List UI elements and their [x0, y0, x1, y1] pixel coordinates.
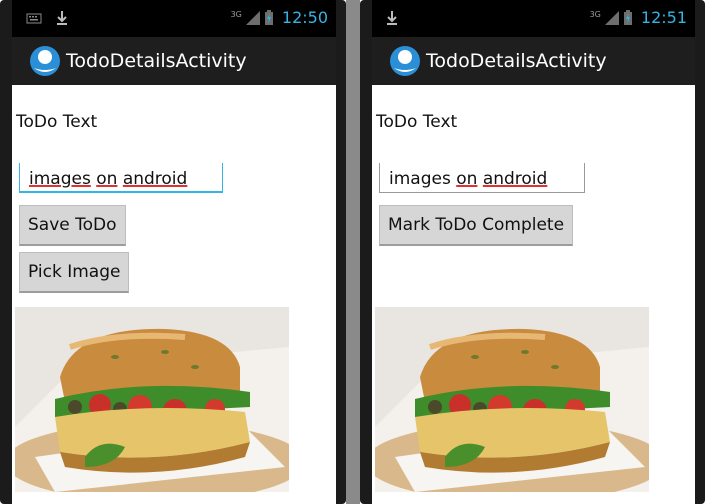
todo-text-value: images on android	[29, 169, 187, 189]
pick-image-button[interactable]: Pick Image	[19, 252, 130, 293]
save-todo-button[interactable]: Save ToDo	[19, 205, 126, 246]
download-icon	[57, 11, 67, 25]
todo-image	[15, 307, 289, 492]
mark-todo-complete-button[interactable]: Mark ToDo Complete	[379, 205, 574, 246]
keyboard-icon	[26, 13, 42, 24]
screen-right: 3G 12:51 TodoDetailsActivity ToDo Text i…	[372, 0, 695, 504]
content-area: ToDo Text images on android Save ToDo Pi…	[12, 85, 336, 504]
todo-text-value: images on android	[389, 169, 547, 189]
signal-icon	[604, 10, 619, 25]
input-word: images	[389, 169, 451, 189]
screen-left: 3G 12:50 TodoDetailsActivity ToDo Text i…	[12, 0, 336, 504]
phone-left: 3G 12:50 TodoDetailsActivity ToDo Text i…	[0, 0, 346, 504]
todo-text-label: ToDo Text	[16, 112, 98, 132]
network-type-label: 3G	[230, 10, 242, 19]
status-clock: 12:51	[640, 8, 687, 27]
status-bar: 3G 12:50	[12, 0, 336, 37]
todo-text-input[interactable]: images on android	[19, 163, 223, 193]
battery-charging-icon	[264, 9, 273, 25]
status-clock: 12:50	[281, 8, 328, 27]
todo-text-input[interactable]: images on android	[379, 163, 585, 193]
input-word: android	[482, 169, 548, 189]
input-word: images	[29, 169, 91, 189]
input-word: android	[122, 169, 188, 189]
activity-title: TodoDetailsActivity	[426, 50, 607, 72]
signal-icon	[245, 10, 260, 25]
status-bar: 3G 12:51	[372, 0, 695, 37]
todo-text-label: ToDo Text	[376, 112, 458, 132]
action-bar: TodoDetailsActivity	[12, 37, 336, 85]
action-bar: TodoDetailsActivity	[372, 37, 695, 85]
activity-title: TodoDetailsActivity	[66, 50, 247, 72]
battery-charging-icon	[623, 9, 632, 25]
input-word: on	[456, 169, 478, 189]
input-word: on	[96, 169, 118, 189]
app-logo-icon[interactable]	[390, 46, 420, 76]
content-area: ToDo Text images on android Mark ToDo Co…	[372, 85, 695, 504]
download-icon	[387, 11, 397, 25]
app-logo-icon[interactable]	[30, 46, 60, 76]
network-type-label: 3G	[589, 10, 601, 19]
phone-right: 3G 12:51 TodoDetailsActivity ToDo Text i…	[360, 0, 705, 504]
todo-image	[375, 307, 649, 492]
divider	[346, 0, 360, 504]
